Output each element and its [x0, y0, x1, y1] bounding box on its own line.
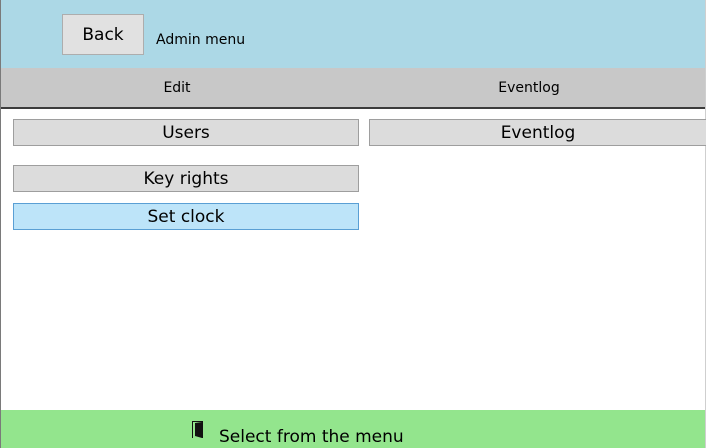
admin-window: Back Admin menu Edit Eventlog Users Key …	[0, 0, 706, 448]
key-rights-button[interactable]: Key rights	[13, 165, 359, 192]
eventlog-button[interactable]: Eventlog	[369, 119, 706, 146]
tab-bar: Edit Eventlog	[1, 68, 705, 109]
page-title: Admin menu	[156, 32, 246, 48]
status-bar: Select from the menu	[1, 410, 705, 448]
header-bar: Back Admin menu	[1, 0, 705, 68]
door-exit-icon	[192, 421, 203, 438]
tab-edit[interactable]: Edit	[1, 68, 353, 107]
users-button[interactable]: Users	[13, 119, 359, 146]
tab-eventlog[interactable]: Eventlog	[353, 68, 705, 107]
back-button[interactable]: Back	[62, 14, 144, 55]
set-clock-button[interactable]: Set clock	[13, 203, 359, 230]
status-message: Select from the menu	[219, 427, 404, 447]
